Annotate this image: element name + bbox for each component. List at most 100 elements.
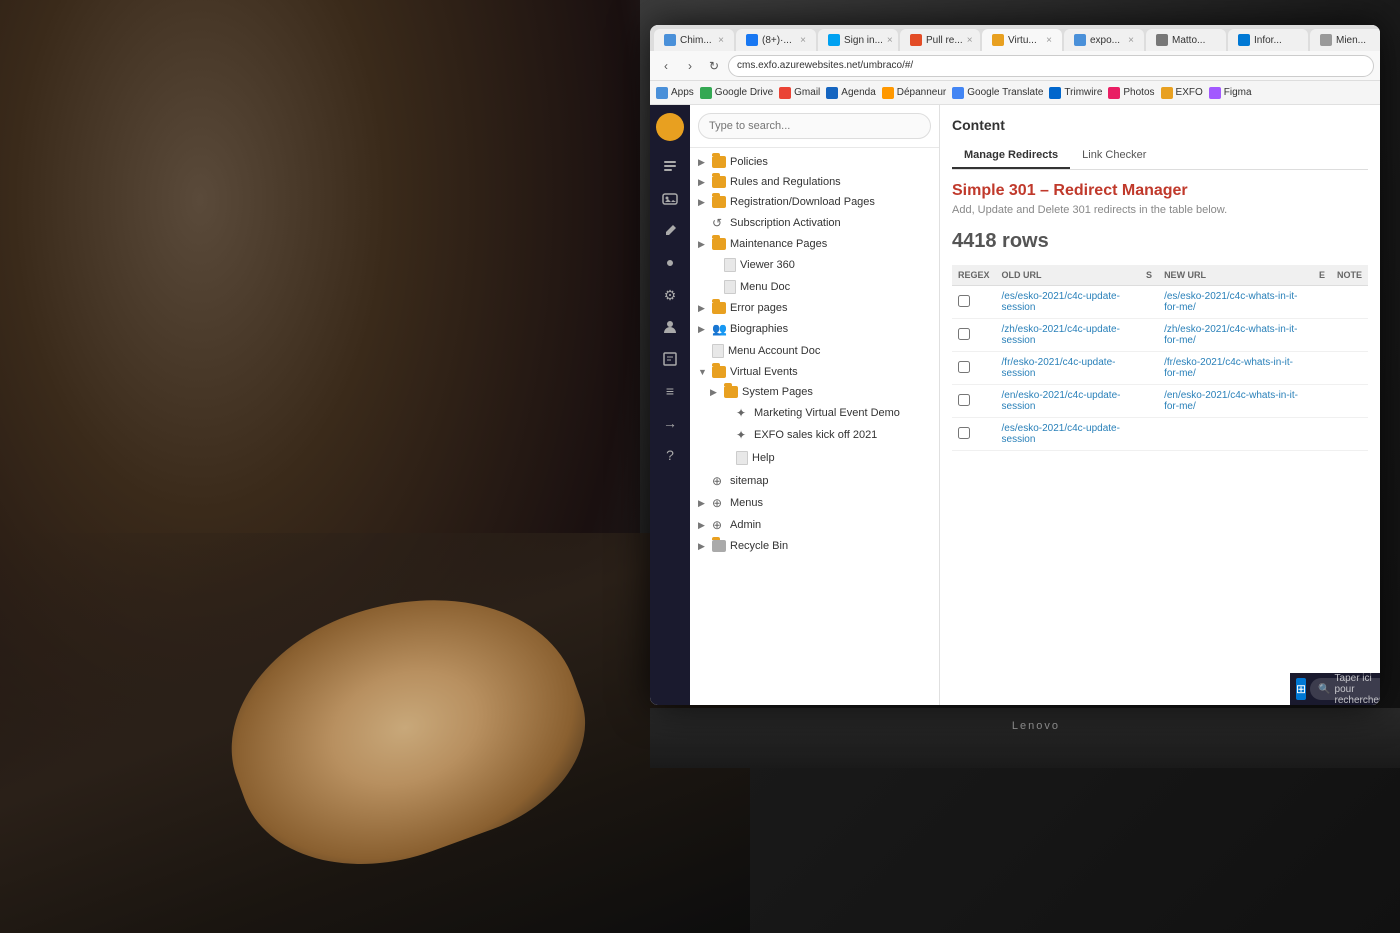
- browser-tab-1[interactable]: Chim... ×: [654, 29, 734, 51]
- tree-label-subscription: Subscription Activation: [730, 217, 931, 229]
- bookmark-icon-photos: [1108, 87, 1120, 99]
- link-old-url-2[interactable]: /fr/esko-2021/c4c-update-session: [1002, 357, 1116, 379]
- browser-tab-8[interactable]: Infor...: [1228, 29, 1308, 51]
- bookmark-depanneur[interactable]: Dépanneur: [882, 87, 946, 99]
- rail-forms-icon[interactable]: [656, 345, 684, 373]
- bookmark-translate[interactable]: Google Translate: [952, 87, 1043, 99]
- bookmark-label-agenda: Agenda: [841, 87, 875, 98]
- bookmark-gmail[interactable]: Gmail: [779, 87, 820, 99]
- tree-item-viewer360[interactable]: Viewer 360: [690, 254, 939, 276]
- checkbox-regex-4[interactable]: [958, 427, 970, 439]
- cell-new-url-3: /en/esko-2021/c4c-whats-in-it-for-me/: [1158, 385, 1313, 418]
- browser-tab-5[interactable]: Virtu... ×: [982, 29, 1062, 51]
- tab-label-8: Infor...: [1254, 35, 1282, 46]
- rail-reports-icon[interactable]: ≡: [656, 377, 684, 405]
- tree-item-help[interactable]: Help •••: [690, 446, 939, 470]
- bookmark-drive[interactable]: Google Drive: [700, 87, 773, 99]
- rail-tools-icon[interactable]: [656, 217, 684, 245]
- link-new-url-3[interactable]: /en/esko-2021/c4c-whats-in-it-for-me/: [1164, 390, 1298, 412]
- tab-close-3[interactable]: ×: [887, 35, 893, 46]
- rail-help-icon[interactable]: ?: [656, 441, 684, 469]
- bookmark-figma[interactable]: Figma: [1209, 87, 1252, 99]
- browser-tab-2[interactable]: (8+)·... ×: [736, 29, 816, 51]
- link-old-url-0[interactable]: /es/esko-2021/c4c-update-session: [1002, 291, 1120, 313]
- rail-users-icon[interactable]: [656, 313, 684, 341]
- tab-manage-redirects[interactable]: Manage Redirects: [952, 143, 1070, 169]
- tree-label-admin: Admin: [730, 519, 931, 531]
- tab-close-5[interactable]: ×: [1046, 35, 1052, 46]
- rail-settings-icon[interactable]: [656, 249, 684, 277]
- tree-item-menu-doc[interactable]: Menu Doc: [690, 276, 939, 298]
- tree-page-icon-marketing: ✦: [736, 406, 750, 420]
- tree-item-maintenance[interactable]: ▶ Maintenance Pages: [690, 234, 939, 254]
- tree-item-policies[interactable]: ▶ Policies: [690, 152, 939, 172]
- link-old-url-1[interactable]: /zh/esko-2021/c4c-update-session: [1002, 324, 1120, 346]
- browser-tab-4[interactable]: Pull re... ×: [900, 29, 980, 51]
- bookmark-trimwire[interactable]: Trimwire: [1049, 87, 1102, 99]
- tab-label-7: Matto...: [1172, 35, 1205, 46]
- rail-config-icon[interactable]: ⚙: [656, 281, 684, 309]
- cell-note-0: [1331, 286, 1368, 319]
- link-new-url-2[interactable]: /fr/esko-2021/c4c-whats-in-it-for-me/: [1164, 357, 1293, 379]
- checkbox-regex-2[interactable]: [958, 361, 970, 373]
- tree-item-registration[interactable]: ▶ Registration/Download Pages: [690, 192, 939, 212]
- col-s: S: [1140, 265, 1158, 286]
- tree-item-menus[interactable]: ▶ ⊕ Menus: [690, 492, 939, 514]
- address-bar[interactable]: [728, 55, 1374, 77]
- tab-close-6[interactable]: ×: [1128, 35, 1134, 46]
- bookmark-agenda[interactable]: Agenda: [826, 87, 875, 99]
- tree-item-sitemap[interactable]: ⊕ sitemap: [690, 470, 939, 492]
- bookmark-label-figma: Figma: [1224, 87, 1252, 98]
- taskbar-search[interactable]: 🔍 Taper ici pour rechercher 🎤: [1310, 678, 1380, 700]
- link-old-url-4[interactable]: /es/esko-2021/c4c-update-session: [1002, 423, 1120, 445]
- tree-search-input[interactable]: [698, 113, 931, 139]
- browser-tab-7[interactable]: Matto...: [1146, 29, 1226, 51]
- cms-logo[interactable]: [656, 113, 684, 141]
- tree-item-exfo-sales[interactable]: ✦ EXFO sales kick off 2021: [690, 424, 939, 446]
- bookmark-photos[interactable]: Photos: [1108, 87, 1154, 99]
- tree-label-exfo-sales: EXFO sales kick off 2021: [754, 429, 931, 441]
- bookmark-apps[interactable]: Apps: [656, 87, 694, 99]
- checkbox-regex-1[interactable]: [958, 328, 970, 340]
- checkbox-regex-0[interactable]: [958, 295, 970, 307]
- cell-e-3: [1313, 385, 1331, 418]
- tree-item-subscription[interactable]: ↺ Subscription Activation: [690, 212, 939, 234]
- checkbox-regex-3[interactable]: [958, 394, 970, 406]
- browser-tab-6[interactable]: expo... ×: [1064, 29, 1144, 51]
- tree-item-recycle-bin[interactable]: ▶ Recycle Bin: [690, 536, 939, 556]
- browser-tab-3[interactable]: Sign in... ×: [818, 29, 898, 51]
- tab-close-1[interactable]: ×: [718, 35, 724, 46]
- link-new-url-1[interactable]: /zh/esko-2021/c4c-whats-in-it-for-me/: [1164, 324, 1297, 346]
- link-new-url-0[interactable]: /es/esko-2021/c4c-whats-in-it-for-me/: [1164, 291, 1297, 313]
- tree-item-biographies[interactable]: ▶ 👥 Biographies: [690, 318, 939, 340]
- rail-media-icon[interactable]: [656, 185, 684, 213]
- bookmark-label-gmail: Gmail: [794, 87, 820, 98]
- tree-item-admin[interactable]: ▶ ⊕ Admin: [690, 514, 939, 536]
- tree-item-system-pages[interactable]: ▶ System Pages: [690, 382, 939, 402]
- tree-doc-icon-menu-doc: [724, 280, 736, 294]
- windows-start-button[interactable]: ⊞: [1296, 678, 1306, 700]
- tree-item-virtual-events[interactable]: ▼ Virtual Events: [690, 362, 939, 382]
- tree-item-marketing-virtual[interactable]: ✦ Marketing Virtual Event Demo: [690, 402, 939, 424]
- tree-item-error-pages[interactable]: ▶ Error pages: [690, 298, 939, 318]
- tree-item-rules[interactable]: ▶ Rules and Regulations: [690, 172, 939, 192]
- tree-item-menu-account[interactable]: Menu Account Doc: [690, 340, 939, 362]
- tab-link-checker[interactable]: Link Checker: [1070, 143, 1158, 169]
- back-button[interactable]: ‹: [656, 56, 676, 76]
- forward-button[interactable]: ›: [680, 56, 700, 76]
- reload-button[interactable]: ↻: [704, 56, 724, 76]
- browser-tab-9[interactable]: Mien...: [1310, 29, 1380, 51]
- cell-note-3: [1331, 385, 1368, 418]
- rail-content-icon[interactable]: [656, 153, 684, 181]
- search-bar: [690, 105, 939, 148]
- link-old-url-3[interactable]: /en/esko-2021/c4c-update-session: [1002, 390, 1121, 412]
- table-body: /es/esko-2021/c4c-update-session /es/esk…: [952, 286, 1368, 451]
- tab-close-4[interactable]: ×: [967, 35, 973, 46]
- bookmark-label-photos: Photos: [1123, 87, 1154, 98]
- tab-close-2[interactable]: ×: [800, 35, 806, 46]
- rail-redirect-icon[interactable]: →: [656, 409, 684, 437]
- bookmark-icon-trimwire: [1049, 87, 1061, 99]
- bookmark-exfo[interactable]: EXFO: [1161, 87, 1203, 99]
- table-header-row: REGEX OLD URL S NEW URL E NOTE: [952, 265, 1368, 286]
- laptop-body: [650, 708, 1400, 768]
